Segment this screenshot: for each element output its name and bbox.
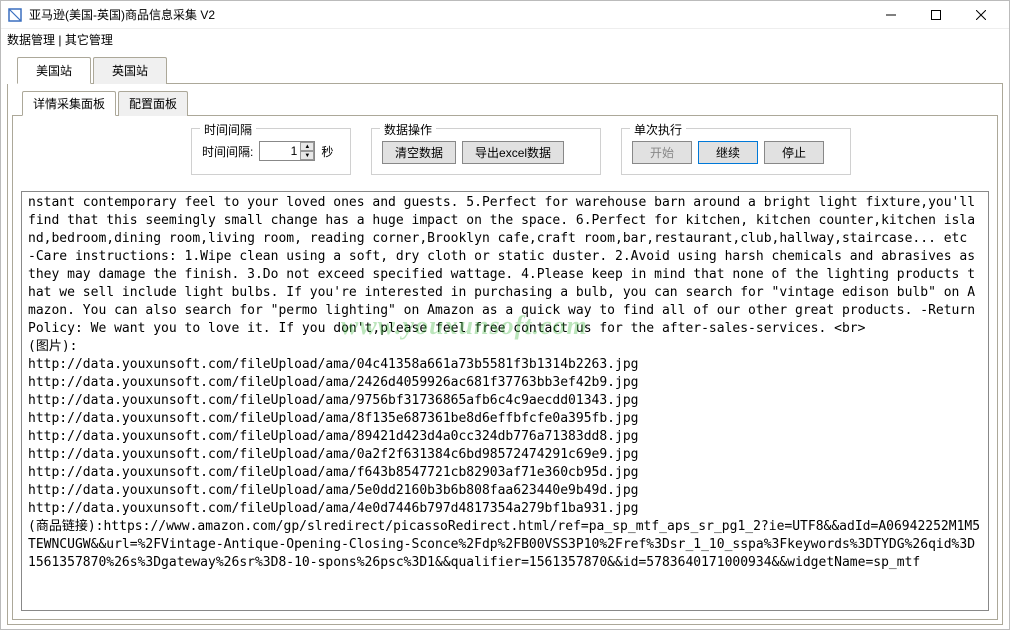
tab-config-panel[interactable]: 配置面板 bbox=[118, 91, 188, 116]
title-bar: 亚马逊(美国-英国)商品信息采集 V2 bbox=[1, 1, 1009, 29]
interval-spinner[interactable]: ▲ ▼ bbox=[259, 141, 315, 161]
interval-input[interactable] bbox=[260, 142, 300, 160]
spinner-down-button[interactable]: ▼ bbox=[300, 151, 314, 160]
group-data-operation: 数据操作 清空数据 导出excel数据 bbox=[371, 128, 601, 175]
close-button[interactable] bbox=[958, 1, 1003, 29]
panel-tab-strip: 详情采集面板 配置面板 bbox=[22, 90, 998, 115]
window-controls bbox=[868, 1, 1003, 29]
group-interval: 时间间隔 时间间隔: ▲ ▼ 秒 bbox=[191, 128, 351, 175]
site-tab-body: 详情采集面板 配置面板 时间间隔 时间间隔: ▲ ▼ bbox=[7, 84, 1003, 625]
group-single-title: 单次执行 bbox=[630, 121, 686, 138]
minimize-button[interactable] bbox=[868, 1, 913, 29]
continue-button[interactable]: 继续 bbox=[698, 141, 758, 164]
tab-us-site[interactable]: 美国站 bbox=[17, 57, 91, 84]
menu-data-management[interactable]: 数据管理 bbox=[7, 33, 55, 47]
menu-separator: | bbox=[55, 33, 65, 47]
group-interval-title: 时间间隔 bbox=[200, 121, 256, 138]
stop-button[interactable]: 停止 bbox=[764, 141, 824, 164]
menu-bar: 数据管理 | 其它管理 bbox=[1, 29, 1009, 52]
controls-row: 时间间隔 时间间隔: ▲ ▼ 秒 数据操作 bbox=[21, 124, 989, 185]
tab-detail-panel[interactable]: 详情采集面板 bbox=[22, 91, 116, 116]
interval-label: 时间间隔: bbox=[202, 143, 253, 160]
spinner-up-button[interactable]: ▲ bbox=[300, 142, 314, 151]
group-single-run: 单次执行 开始 继续 停止 bbox=[621, 128, 851, 175]
export-excel-button[interactable]: 导出excel数据 bbox=[462, 141, 564, 164]
log-textarea[interactable]: nstant contemporary feel to your loved o… bbox=[21, 191, 989, 611]
maximize-button[interactable] bbox=[913, 1, 958, 29]
site-tab-strip: 美国站 英国站 bbox=[17, 56, 1003, 84]
menu-other-management[interactable]: 其它管理 bbox=[65, 33, 113, 47]
main-area: 美国站 英国站 详情采集面板 配置面板 时间间隔 时间间隔: ▲ ▼ bbox=[1, 52, 1009, 629]
panel-tab-body: 时间间隔 时间间隔: ▲ ▼ 秒 数据操作 bbox=[12, 115, 998, 620]
group-dataop-title: 数据操作 bbox=[380, 121, 436, 138]
clear-data-button[interactable]: 清空数据 bbox=[382, 141, 456, 164]
window-title: 亚马逊(美国-英国)商品信息采集 V2 bbox=[29, 6, 868, 23]
app-icon bbox=[7, 7, 23, 23]
spinner-buttons: ▲ ▼ bbox=[300, 142, 314, 160]
tab-uk-site[interactable]: 英国站 bbox=[93, 57, 167, 84]
interval-unit: 秒 bbox=[321, 143, 333, 160]
start-button[interactable]: 开始 bbox=[632, 141, 692, 164]
